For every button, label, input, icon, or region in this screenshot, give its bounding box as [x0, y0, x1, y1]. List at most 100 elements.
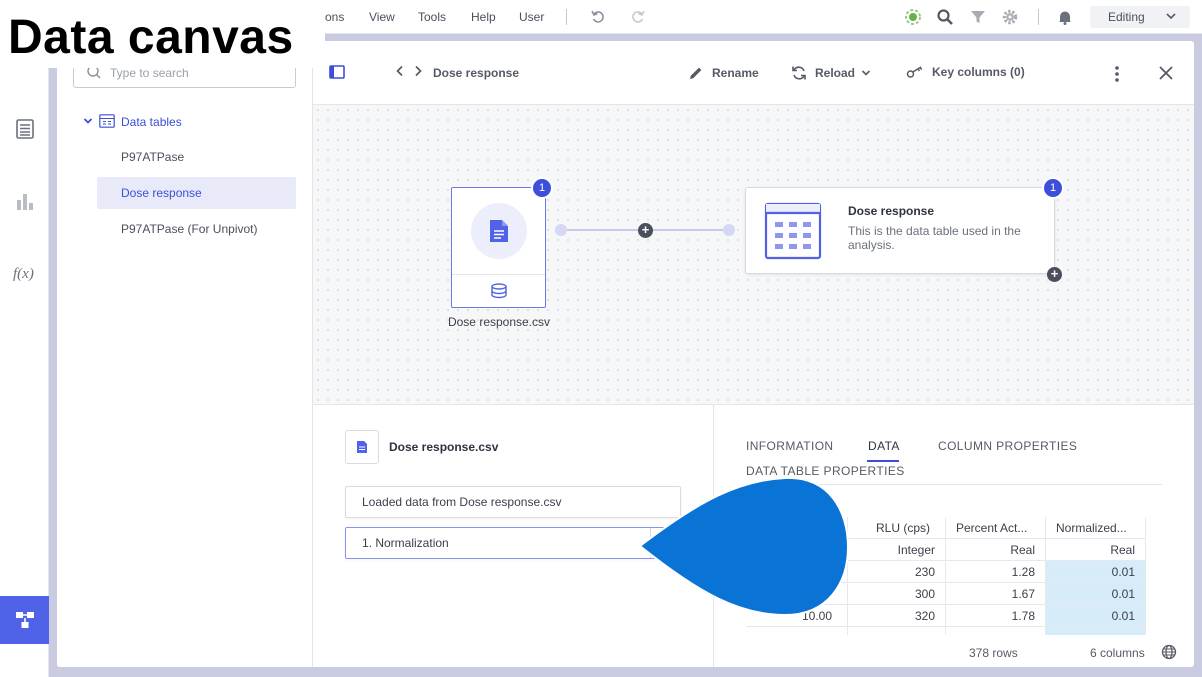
tree-item-p97atpase-unpivot[interactable]: P97ATPase (For Unpivot) [97, 213, 296, 245]
search-placeholder: Type to search [110, 66, 189, 80]
grid-header-cell[interactable]: Percent Act... [946, 517, 1046, 539]
filter-icon[interactable] [968, 7, 988, 27]
grid-cell[interactable]: 300 [848, 583, 946, 605]
visualizations-icon[interactable] [12, 188, 38, 214]
left-rail: f(x) [0, 34, 49, 677]
mode-select[interactable]: Editing [1090, 6, 1190, 28]
grid-header-cell[interactable]: RLU (cps) [848, 517, 946, 539]
reload-button[interactable]: Reload [791, 65, 871, 81]
reload-label: Reload [815, 66, 856, 80]
menu-view[interactable]: View [369, 10, 395, 24]
target-node-badge: 1 [1042, 177, 1064, 199]
connector-end-dot [723, 224, 735, 236]
breadcrumb: Dose response [433, 66, 520, 80]
grid-type-cell: Real [946, 539, 1046, 561]
grid-cell[interactable]: 0.01 [1046, 605, 1146, 627]
svg-text:f(x): f(x) [13, 266, 34, 282]
toggle-panel-icon[interactable] [329, 65, 345, 79]
key-columns-label: Key columns (0) [932, 65, 1025, 79]
grid-cell[interactable]: 1.67 [946, 583, 1046, 605]
step-normalization[interactable]: 1. Normalization [345, 527, 681, 559]
add-node-button[interactable]: + [1047, 267, 1062, 282]
tab-information[interactable]: INFORMATION [746, 439, 834, 453]
tab-column-properties[interactable]: COLUMN PROPERTIES [938, 439, 1077, 453]
pencil-icon [690, 67, 702, 79]
key-columns-button[interactable]: Key columns (0) [906, 65, 1025, 79]
source-details-pane: Dose response.csv Loaded data from Dose … [313, 404, 714, 667]
undo-icon[interactable] [588, 7, 608, 27]
tree-item-label: Dose response [121, 186, 202, 200]
gear-icon[interactable] [1000, 7, 1020, 27]
target-node[interactable]: Dose response This is the data table use… [745, 187, 1055, 274]
more-options-icon[interactable] [1114, 65, 1120, 83]
grid-header-cell [746, 517, 848, 539]
database-icon [490, 283, 507, 299]
grid-cell[interactable] [746, 627, 848, 635]
data-table-icon[interactable] [12, 116, 38, 142]
function-icon[interactable]: f(x) [12, 260, 38, 286]
settings-gear-icon[interactable] [650, 528, 680, 558]
grid-cell[interactable]: 1.28 [946, 561, 1046, 583]
column-count: 6 columns [1090, 646, 1145, 660]
key-icon [906, 66, 923, 78]
close-icon[interactable] [1158, 65, 1174, 81]
collaboration-icon[interactable] [903, 7, 923, 27]
grid-cell[interactable]: 1.78 [946, 605, 1046, 627]
grid-cell[interactable]: 0.01 [1046, 583, 1146, 605]
source-node-footer [452, 274, 545, 307]
step-load-data[interactable]: Loaded data from Dose response.csv [345, 486, 681, 518]
tree-item-label: P97ATPase (For Unpivot) [121, 222, 258, 236]
tree-root-label: Data tables [121, 115, 182, 129]
grid-type-cell [746, 539, 848, 561]
bell-icon[interactable] [1055, 7, 1075, 27]
rename-button[interactable]: Rename [688, 65, 759, 81]
source-file-title: Dose response.csv [389, 440, 499, 454]
globe-icon[interactable] [1161, 644, 1177, 663]
data-tables-tree: Type to search Data tables P97ATPase Dos… [57, 41, 313, 667]
tree-item-dose-response[interactable]: Dose response [97, 177, 296, 209]
search-icon[interactable] [935, 7, 955, 27]
reload-icon [792, 66, 806, 80]
grid-cell[interactable] [1046, 627, 1146, 635]
grid-header-cell[interactable]: Normalized... [1046, 517, 1146, 539]
grid-cell[interactable]: 320 [848, 605, 946, 627]
source-node[interactable] [451, 187, 546, 308]
active-tab-indicator [867, 460, 899, 462]
mode-label: Editing [1108, 10, 1145, 24]
menu-user[interactable]: User [519, 10, 544, 24]
menu-separator [1038, 9, 1039, 25]
grid-cell[interactable] [746, 561, 848, 583]
chevron-down-icon[interactable] [83, 115, 93, 129]
menu-separator [566, 9, 567, 25]
redo-icon[interactable] [628, 7, 648, 27]
data-grid[interactable]: RLU (cps) Percent Act... Normalized... I… [746, 517, 1148, 635]
grid-cell[interactable] [848, 627, 946, 635]
grid-type-cell: Real [1046, 539, 1146, 561]
grid-cell[interactable]: 10.00 [746, 605, 848, 627]
tab-data-table-properties[interactable]: DATA TABLE PROPERTIES [746, 464, 905, 478]
menu-help[interactable]: Help [471, 10, 496, 24]
tab-data[interactable]: DATA [868, 439, 900, 453]
row-count: 378 rows [969, 646, 1018, 660]
grid-cell[interactable] [746, 583, 848, 605]
menu-options[interactable]: ons [325, 10, 344, 24]
menu-tools[interactable]: Tools [418, 10, 446, 24]
grid-cell[interactable]: 0.01 [1046, 561, 1146, 583]
tabs-divider [746, 484, 1162, 485]
nav-back-icon[interactable] [395, 65, 405, 77]
tree-item-p97atpase[interactable]: P97ATPase [97, 141, 296, 173]
target-node-title: Dose response [848, 204, 935, 218]
nav-forward-icon[interactable] [413, 65, 423, 77]
grid-cell[interactable] [946, 627, 1046, 635]
step-label: 1. Normalization [362, 536, 449, 550]
add-transform-button[interactable]: + [638, 223, 653, 238]
chevron-down-icon [1164, 9, 1178, 26]
overlay-title: Data canvas [8, 11, 294, 64]
source-node-badge: 1 [531, 177, 553, 199]
table-icon [99, 113, 115, 131]
main-frame: Type to search Data tables P97ATPase Dos… [49, 34, 1202, 677]
tree-root-data-tables[interactable]: Data tables [83, 113, 182, 131]
grid-cell[interactable]: 230 [848, 561, 946, 583]
data-canvas-icon[interactable] [0, 596, 49, 644]
source-node-label: Dose response.csv [447, 315, 551, 329]
